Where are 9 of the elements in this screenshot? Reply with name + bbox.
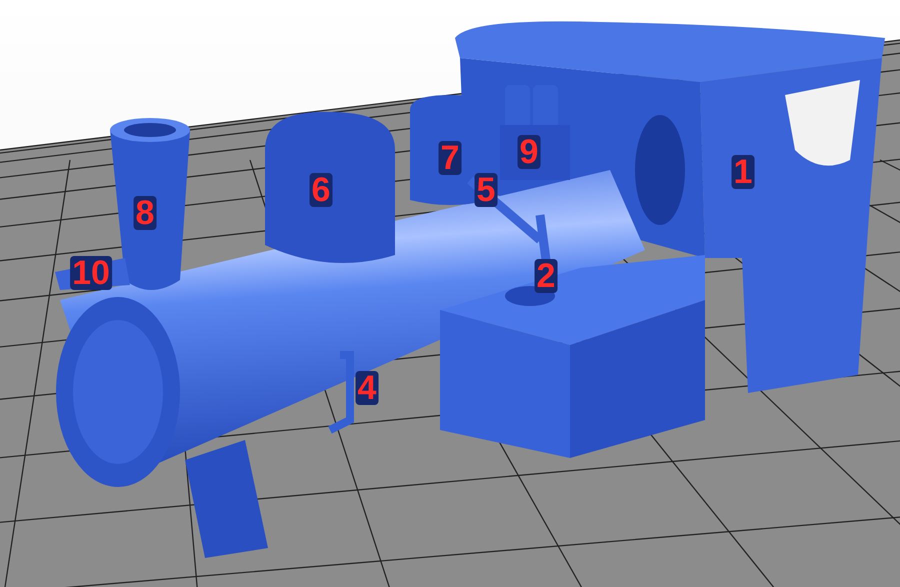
callout-number: 4	[356, 371, 378, 405]
callout-number: 1	[732, 155, 754, 189]
callout-number: 6	[310, 173, 332, 207]
callout-number: 5	[474, 173, 498, 207]
callout-number: 2	[534, 259, 558, 293]
callout-number: 9	[518, 135, 540, 169]
callout-number: 7	[438, 141, 462, 175]
callout-number: 10	[70, 256, 112, 290]
callout-number: 8	[134, 196, 156, 230]
